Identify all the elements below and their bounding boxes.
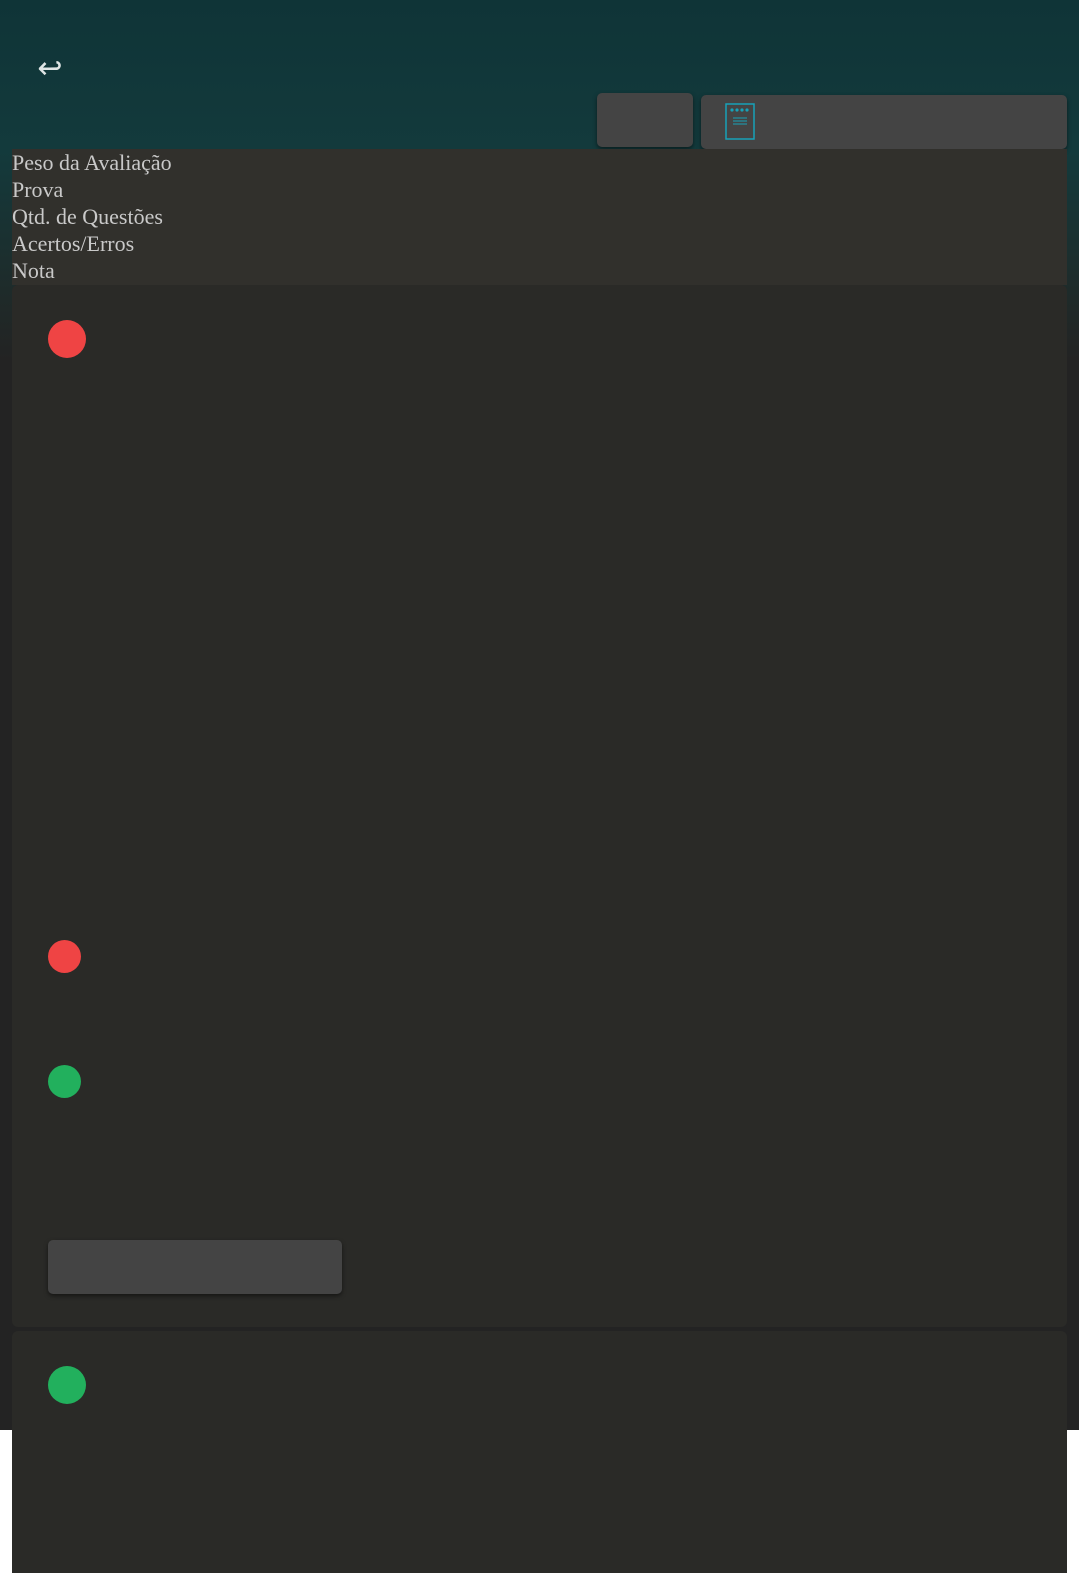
return-arrow-icon: ↩ — [37, 50, 63, 86]
label-acertos-erros: Acertos/Erros — [12, 231, 135, 256]
app-screen: ↩ Peso da Avaliação Prova Qtd. de Questõ… — [0, 0, 1079, 1430]
label-prova: Prova — [12, 177, 64, 202]
card-action-button[interactable] — [48, 1240, 342, 1294]
document-button[interactable] — [701, 95, 1067, 149]
label-peso: Peso da Avaliação — [12, 150, 172, 175]
status-indicator-correct — [48, 1366, 86, 1404]
document-icon — [725, 103, 755, 140]
evaluation-info: Peso da Avaliação Prova Qtd. de Questões… — [12, 149, 1067, 285]
back-button[interactable]: ↩ — [30, 48, 70, 88]
label-nota: Nota — [12, 258, 55, 283]
label-qtd-questoes: Qtd. de Questões — [12, 204, 163, 229]
action-button[interactable] — [597, 93, 693, 147]
question-card — [12, 285, 1067, 1327]
status-indicator-correct — [48, 1065, 81, 1098]
question-card — [12, 1331, 1067, 1573]
status-indicator-incorrect — [48, 320, 86, 358]
status-indicator-incorrect — [48, 940, 81, 973]
